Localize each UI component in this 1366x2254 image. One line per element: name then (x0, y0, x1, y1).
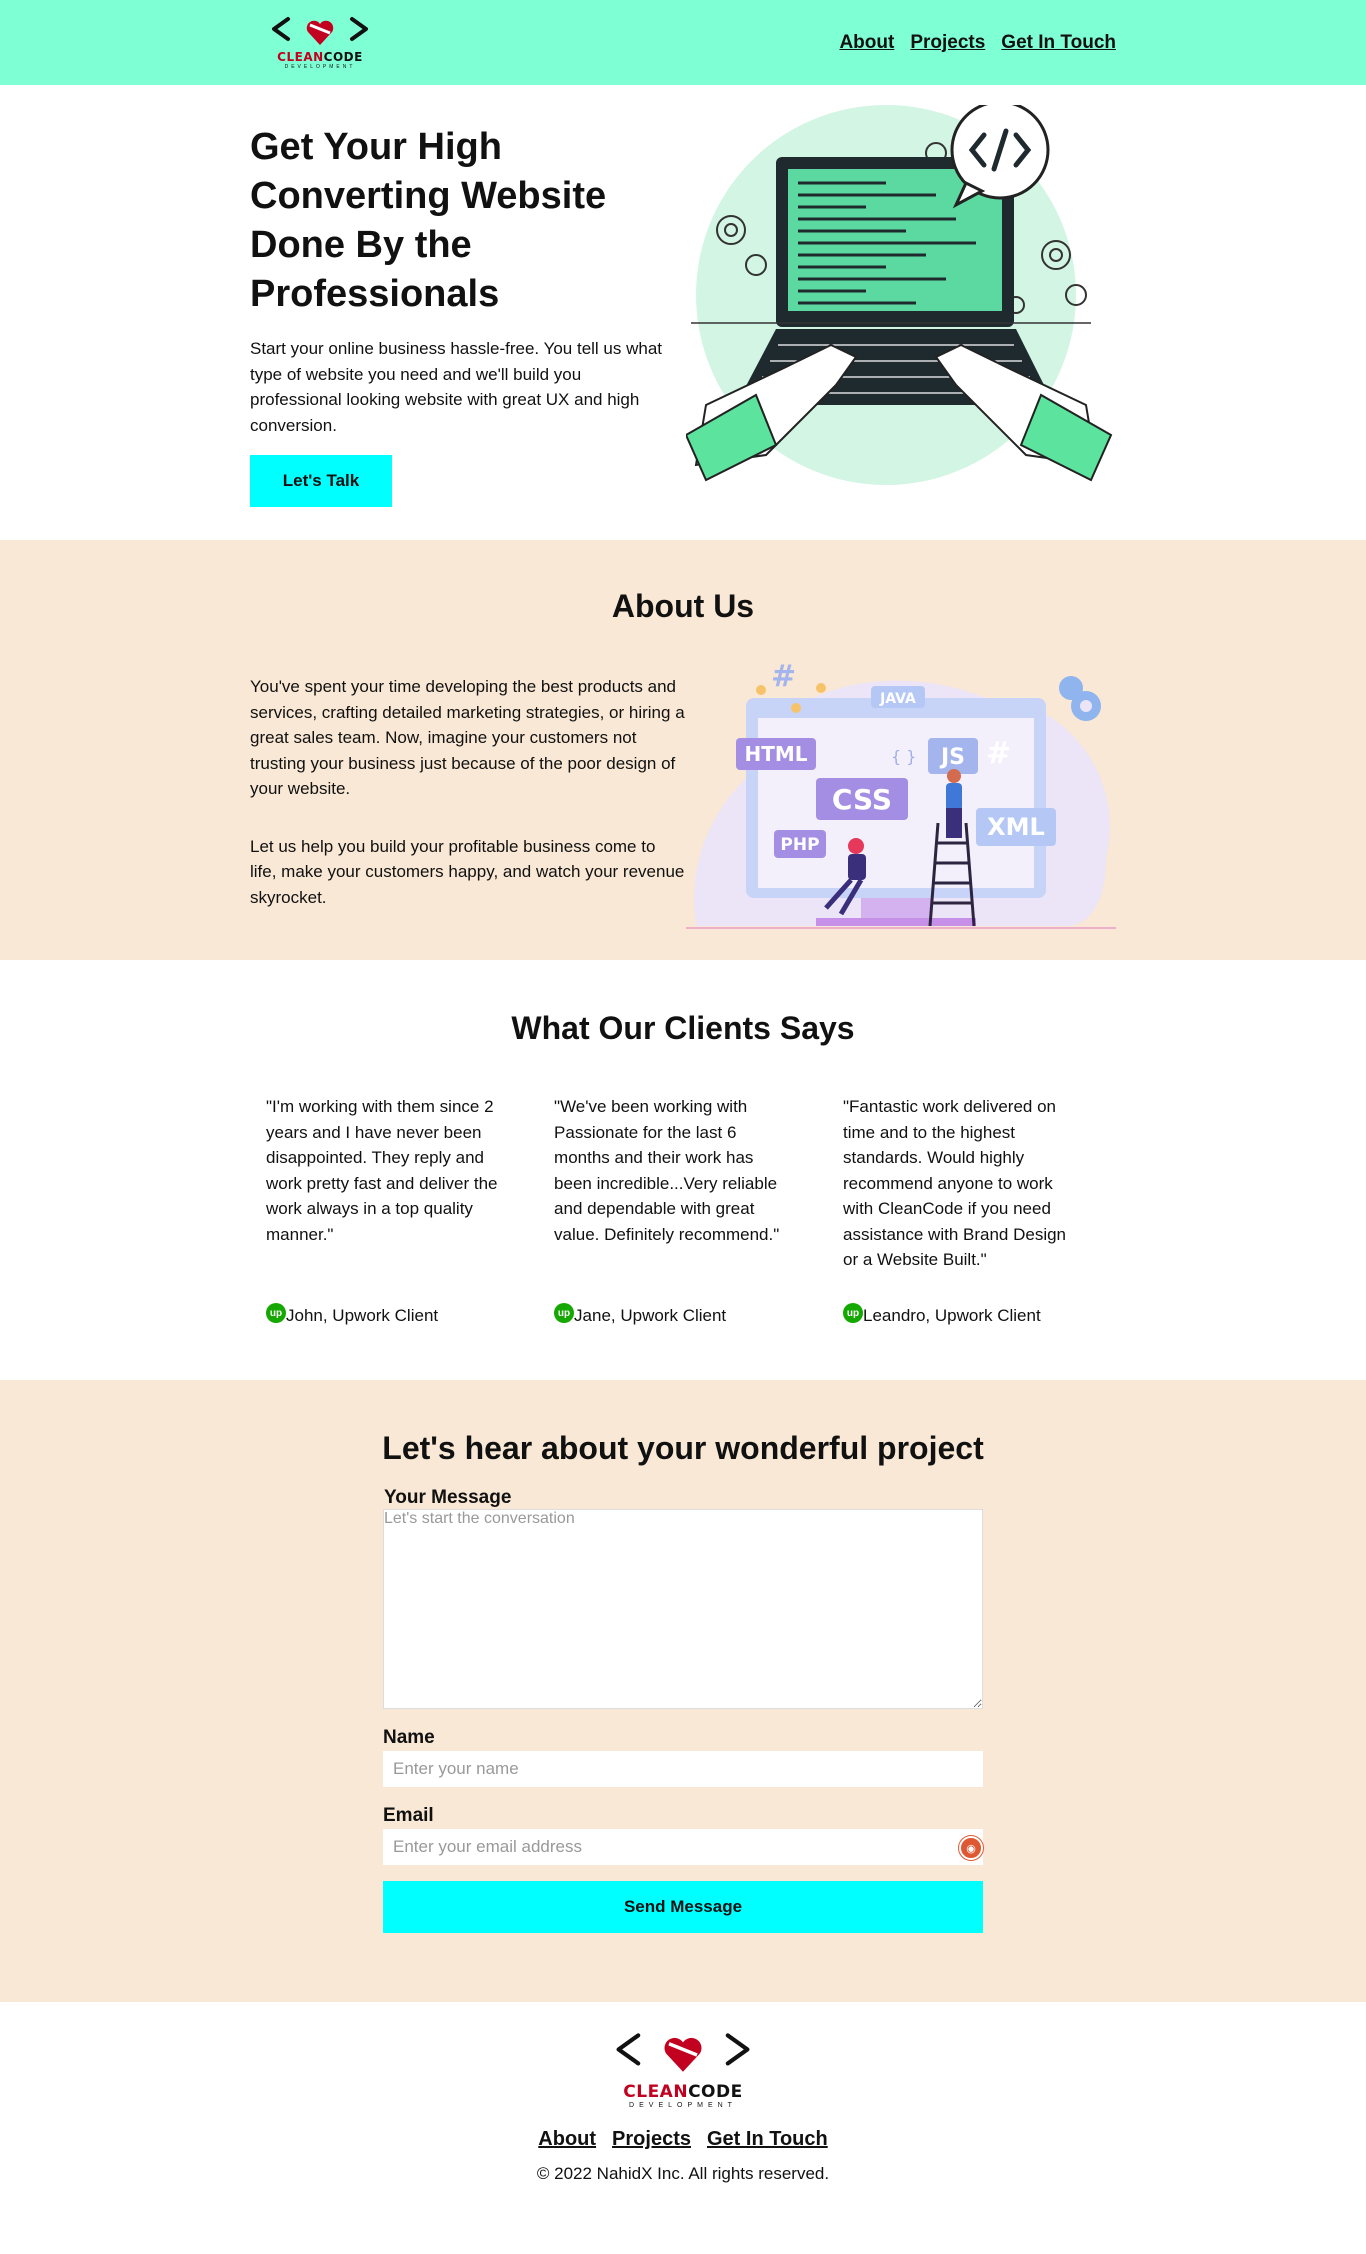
upwork-icon: up (843, 1303, 864, 1323)
about-paragraph-2: Let us help you build your profitable bu… (250, 836, 685, 907)
lets-talk-button[interactable]: Let's Talk (250, 455, 392, 507)
email-input-wrapper: ◉ (383, 1829, 983, 1865)
message-textarea[interactable] (383, 1509, 983, 1709)
name-input[interactable] (383, 1751, 983, 1787)
java-label: JAVA (879, 691, 916, 707)
developer-laptop-illustration (686, 105, 1113, 485)
duckduckgo-icon[interactable]: ◉ (959, 1836, 983, 1860)
testimonial-card: "I'm working with them since 2 years and… (250, 1094, 538, 1326)
testimonial-author: up John, Upwork Client (266, 1303, 538, 1326)
logo[interactable]: CLEANCODE DEVELOPMENT (265, 3, 375, 83)
logo-wordmark: CLEANCODE (623, 2081, 743, 2102)
main-nav: About Projects Get In Touch (839, 32, 1116, 54)
logo-subtitle: DEVELOPMENT (629, 2101, 737, 2109)
about-text: You've spent your time developing the be… (250, 674, 685, 910)
copyright-text: © 2022 NahidX Inc. All rights reserved. (536, 2164, 830, 2183)
testimonials-section: What Our Clients Says "I'm working with … (0, 960, 1366, 1380)
xml-label: XML (987, 813, 1045, 841)
hero-description: Start your online business hassle-free. … (250, 339, 663, 435)
js-label: JS (939, 745, 965, 770)
web-languages-illustration: HTML CSS JS PHP XML JAVA # { } # (686, 659, 1116, 929)
testimonial-card: "Fantastic work delivered on time and to… (827, 1094, 1116, 1326)
about-section: About Us You've spent your time developi… (0, 540, 1366, 960)
gear-icon (1059, 676, 1101, 721)
email-field: Email ◉ (383, 1805, 983, 1865)
footer-logo[interactable]: CLEANCODE DEVELOPMENT (608, 2002, 758, 2124)
logo-subtitle: DEVELOPMENT (284, 64, 356, 70)
svg-text:#: # (771, 659, 796, 694)
nav-projects[interactable]: Projects (910, 32, 985, 54)
upwork-icon: up (554, 1303, 575, 1323)
nav-get-in-touch[interactable]: Get In Touch (1001, 32, 1116, 54)
braces-label: { } (891, 747, 916, 766)
contact-section: Let's hear about your wonderful project … (0, 1380, 1366, 2002)
about-title: About Us (611, 588, 755, 624)
code-heart-icon (272, 17, 368, 45)
site-header: CLEANCODE DEVELOPMENT About Projects Get… (0, 0, 1366, 85)
testimonials-title: What Our Clients Says (511, 1010, 855, 1046)
code-heart-icon (616, 2032, 750, 2072)
footer-nav-about[interactable]: About (538, 2128, 596, 2151)
testimonial-list: "I'm working with them since 2 years and… (250, 1094, 1116, 1326)
email-label: Email (383, 1805, 434, 1826)
css-label: CSS (832, 783, 892, 816)
upwork-icon: up (266, 1303, 286, 1323)
hero-title: Get Your High Converting Website Done By… (250, 126, 607, 315)
hero-section: Get Your High Converting Website Done By… (0, 85, 1366, 540)
email-input[interactable] (383, 1829, 983, 1865)
testimonial-card: "We've been working with Passionate for … (538, 1094, 827, 1326)
footer-nav: About Projects Get In Touch (0, 2128, 1366, 2151)
author-name: Leandro, Upwork Client (863, 1306, 1041, 1325)
testimonial-author: up Leandro, Upwork Client (843, 1303, 1116, 1326)
author-name: John, Upwork Client (286, 1306, 439, 1325)
nav-about[interactable]: About (839, 32, 894, 54)
html-label: HTML (744, 742, 807, 766)
hash-label: # (986, 736, 1011, 771)
author-name: Jane, Upwork Client (574, 1306, 727, 1325)
hero-text: Get Your High Converting Website Done By… (250, 85, 680, 507)
contact-title: Let's hear about your wonderful project (382, 1430, 984, 1466)
testimonial-quote: "Fantastic work delivered on time and to… (843, 1097, 1067, 1269)
php-label: PHP (780, 835, 819, 855)
message-label: Your Message (384, 1487, 512, 1508)
send-message-button[interactable]: Send Message (383, 1881, 983, 1933)
testimonial-author: up Jane, Upwork Client (554, 1303, 827, 1326)
testimonial-quote: "We've been working with Passionate for … (554, 1097, 780, 1244)
footer-nav-get-in-touch[interactable]: Get In Touch (707, 2128, 828, 2151)
contact-form: Your Message Name Email ◉ Send Message (383, 1487, 983, 1933)
testimonial-quote: "I'm working with them since 2 years and… (266, 1097, 498, 1244)
about-paragraph-1: You've spent your time developing the be… (250, 677, 685, 798)
name-label: Name (383, 1727, 435, 1748)
name-field: Name (383, 1727, 983, 1787)
site-footer: CLEANCODE DEVELOPMENT About Projects Get… (0, 2002, 1366, 2214)
logo-wordmark: CLEANCODE (277, 50, 363, 64)
footer-nav-projects[interactable]: Projects (612, 2128, 691, 2151)
